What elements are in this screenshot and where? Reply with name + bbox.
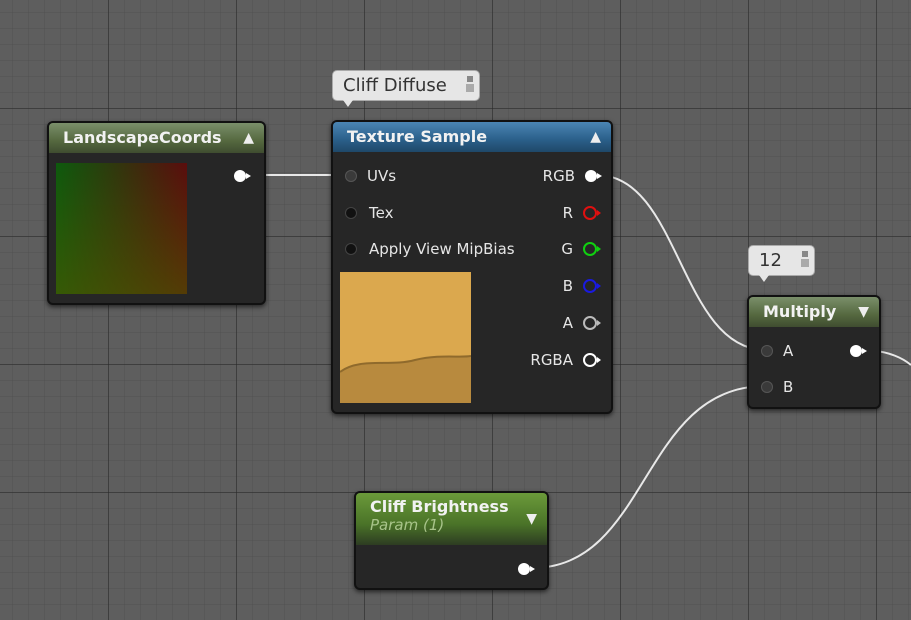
output-r[interactable]: R — [562, 201, 601, 225]
collapse-up-arrow-icon[interactable]: ▲ — [590, 122, 601, 152]
output-pin[interactable] — [583, 242, 601, 256]
pin-label: Tex — [369, 204, 394, 222]
cliff-brightness-node[interactable]: Cliff Brightness Param (1) ▼ — [354, 491, 549, 590]
pin-label: R — [562, 204, 573, 222]
output-rgb[interactable]: RGB — [542, 164, 602, 188]
output-pin[interactable] — [518, 563, 535, 575]
output-rgba[interactable]: RGBA — [530, 348, 601, 372]
input-pin[interactable] — [761, 345, 773, 357]
pin-label: A — [783, 342, 794, 360]
uv-preview — [56, 163, 187, 294]
input-uvs[interactable]: UVs — [345, 164, 396, 188]
input-a[interactable]: A — [761, 339, 793, 363]
input-b[interactable]: B — [761, 375, 793, 399]
input-pin[interactable] — [345, 170, 357, 182]
input-pin[interactable] — [345, 207, 357, 219]
node-title: Multiply — [763, 302, 837, 321]
output-pin[interactable] — [583, 279, 601, 293]
node-subtitle: Param (1) — [370, 516, 445, 534]
node-title: Texture Sample — [347, 127, 488, 146]
landscape-coords-node[interactable]: LandscapeCoords ▲ — [47, 121, 266, 305]
output-pin[interactable] — [850, 345, 867, 357]
pin-label: B — [562, 277, 573, 295]
output-pin[interactable] — [583, 353, 601, 367]
pin-label: RGBA — [530, 351, 573, 369]
output-pin[interactable] — [234, 170, 251, 182]
collapse-down-arrow-icon[interactable]: ▼ — [526, 504, 537, 534]
wire-rgb-to-multiply-a[interactable] — [596, 174, 767, 351]
comment-text: Cliff Diffuse — [343, 75, 447, 96]
node-header[interactable]: Texture Sample ▲ — [333, 122, 611, 152]
multiply-node[interactable]: Multiply ▼ A B — [747, 295, 881, 409]
output-b[interactable]: B — [562, 274, 601, 298]
comment-bubble-texture[interactable]: Cliff Diffuse — [332, 70, 480, 107]
pin-label: G — [561, 240, 573, 258]
pin-label: UVs — [367, 167, 397, 185]
texture-preview-shading — [340, 355, 471, 403]
node-header[interactable]: Multiply ▼ — [749, 297, 879, 327]
output-pin[interactable] — [585, 170, 602, 182]
input-tex[interactable]: Tex — [345, 201, 393, 225]
output-pin[interactable] — [583, 206, 601, 220]
node-header[interactable]: LandscapeCoords ▲ — [49, 123, 264, 153]
input-pin[interactable] — [761, 381, 773, 393]
texture-preview — [340, 272, 471, 403]
node-title: Cliff Brightness — [370, 497, 509, 516]
collapse-up-arrow-icon[interactable]: ▲ — [243, 123, 254, 153]
collapse-down-arrow-icon[interactable]: ▼ — [858, 297, 869, 327]
pin-icon[interactable] — [465, 75, 475, 93]
pin-label: Apply View MipBias — [369, 240, 515, 258]
node-title: LandscapeCoords — [63, 128, 222, 147]
pin-label: B — [783, 378, 794, 396]
comment-text: 12 — [759, 250, 782, 271]
node-header[interactable]: Cliff Brightness Param (1) ▼ — [356, 493, 547, 545]
pin-icon[interactable] — [800, 250, 810, 268]
output-a[interactable]: A — [562, 311, 601, 335]
pin-label: A — [562, 314, 573, 332]
texture-sample-node[interactable]: Texture Sample ▲ UVs Tex Apply View MipB… — [331, 120, 613, 414]
input-pin[interactable] — [345, 243, 357, 255]
pin-label: RGB — [542, 167, 575, 185]
input-apply-view-mipbias[interactable]: Apply View MipBias — [345, 237, 515, 261]
output-g[interactable]: G — [561, 237, 601, 261]
comment-bubble-multiply[interactable]: 12 — [748, 245, 815, 282]
output-pin[interactable] — [583, 316, 601, 330]
